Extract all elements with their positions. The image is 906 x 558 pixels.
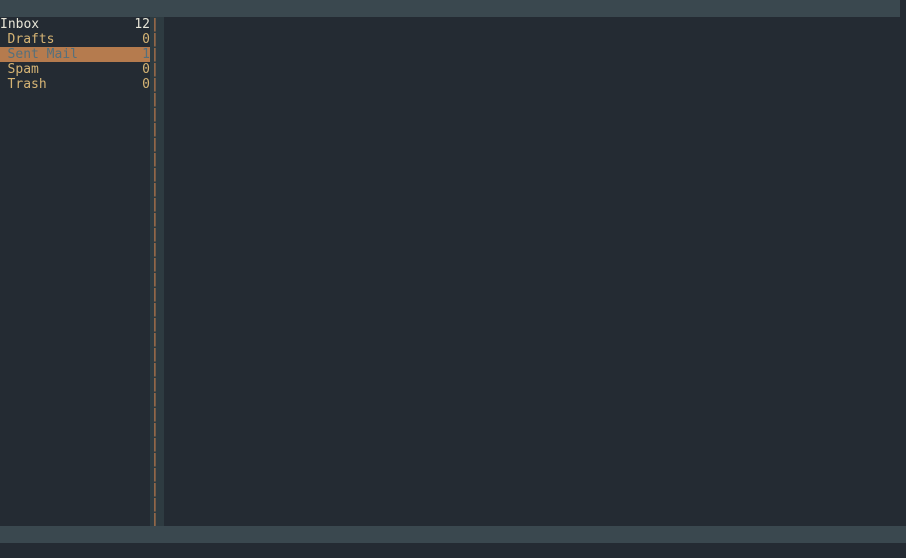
sidebar-item-sent-mail-count: 1 [142, 47, 150, 62]
sidebar-item-inbox[interactable]: Inbox 12 [0, 17, 150, 32]
sidebar-divider: | | | | | | | | | | | | | | | | | | | | … [151, 17, 159, 526]
sidebar-item-trash-label: Trash [7, 77, 47, 92]
sidebar-item-spam-label: Spam [7, 62, 39, 77]
terminal-bottom-fill [0, 543, 906, 558]
status-bar: ---Mutt: =[Gmail]/Drafts [Msgs:0 ]---(re… [0, 526, 906, 543]
sidebar-item-inbox-count: 12 [134, 17, 150, 32]
sidebar-item-drafts-count: 0 [142, 32, 150, 47]
sidebar-item-trash[interactable]: Trash 0 [0, 77, 150, 92]
terminal-window: q:Quit d:Del u:Undel s:Save m:Mail r:Rep… [0, 0, 906, 558]
message-list-pane[interactable] [164, 17, 906, 526]
sidebar-item-sent-mail[interactable]: Sent Mail 1 [0, 47, 150, 62]
sidebar-item-sent-mail-label: Sent Mail [7, 47, 78, 62]
sidebar-item-inbox-label: Inbox [0, 17, 40, 32]
sidebar-item-spam-count: 0 [142, 62, 150, 77]
menu-bar: q:Quit d:Del u:Undel s:Save m:Mail r:Rep… [0, 0, 906, 33]
sidebar[interactable]: Inbox 12 Drafts 0 Sent Mail 1 Spam 0 Tra… [0, 17, 150, 526]
menu-bar-right-fill [900, 0, 906, 17]
sidebar-item-drafts-label: Drafts [7, 32, 55, 47]
sidebar-item-spam[interactable]: Spam 0 [0, 62, 150, 77]
sidebar-item-drafts[interactable]: Drafts 0 [0, 32, 150, 47]
sidebar-item-trash-count: 0 [142, 77, 150, 92]
